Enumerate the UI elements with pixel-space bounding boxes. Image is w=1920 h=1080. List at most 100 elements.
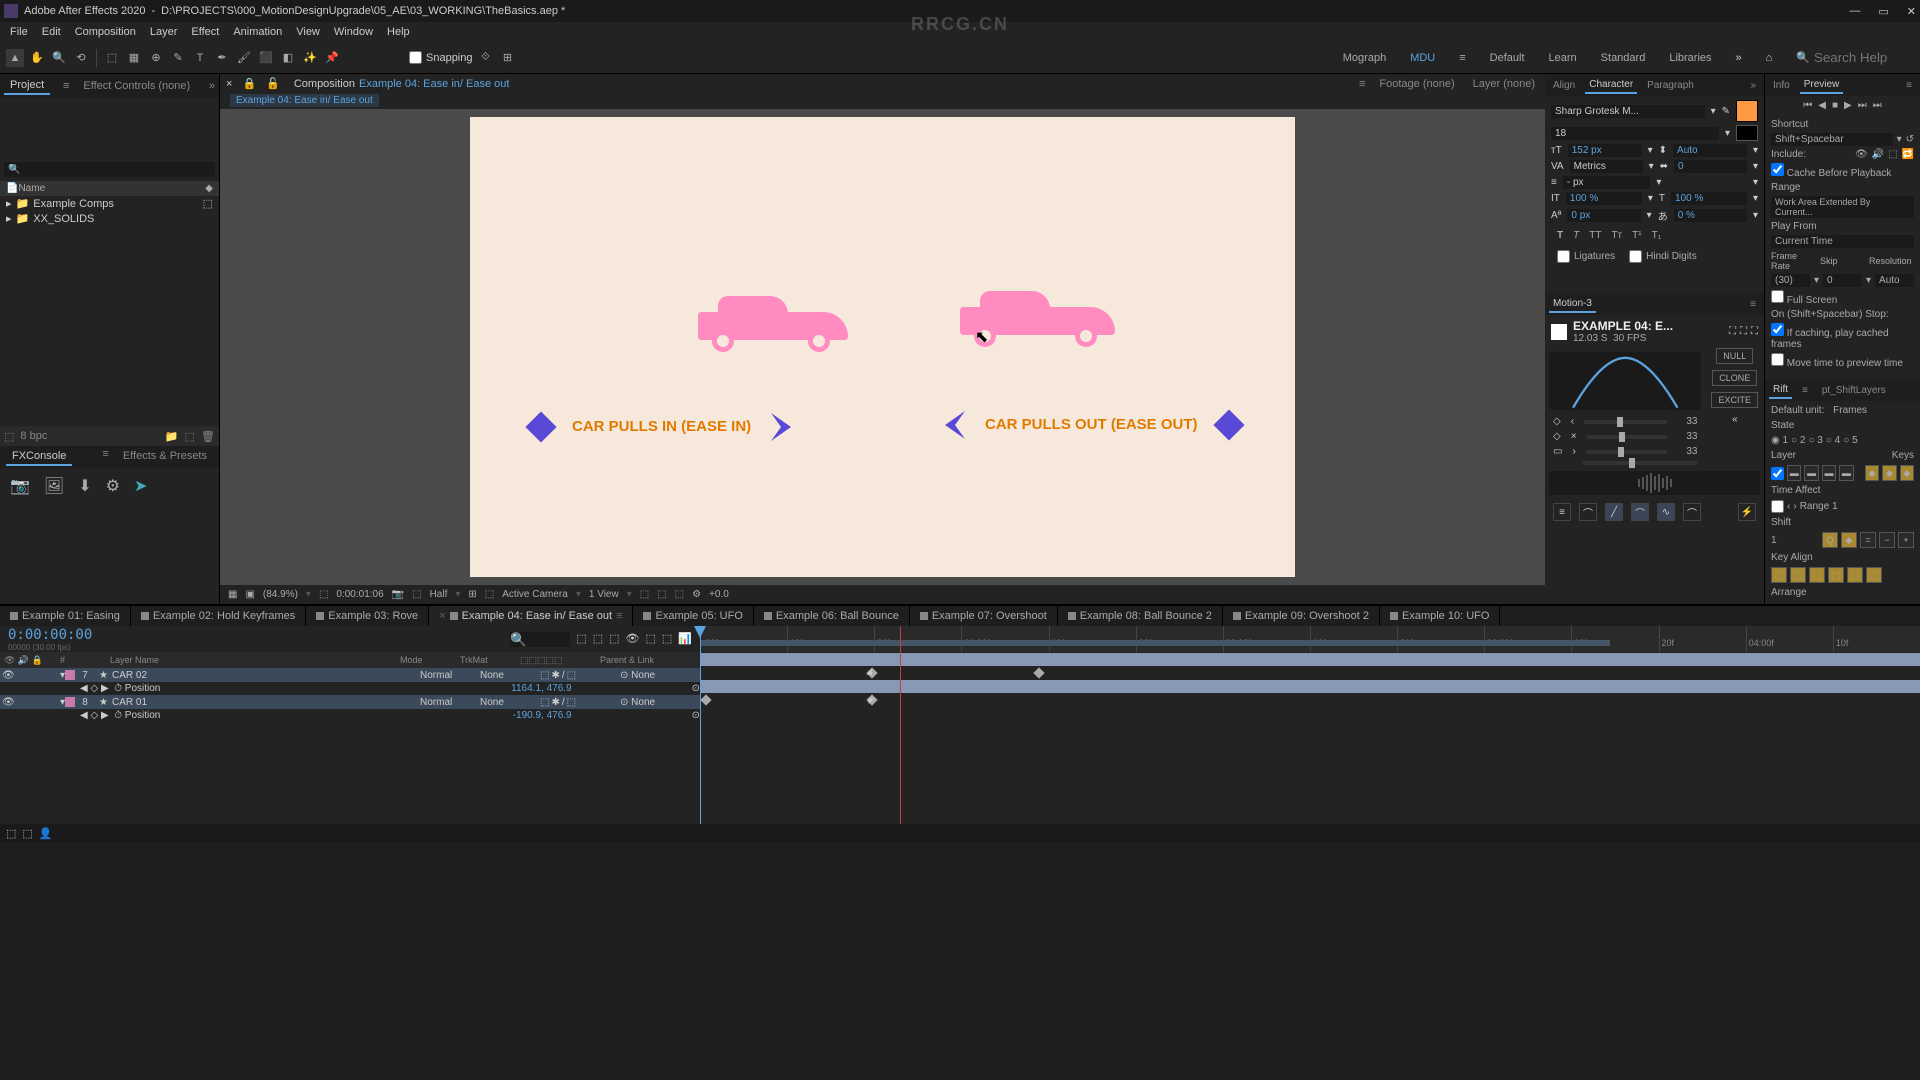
mode-dropdown[interactable]: Normal (420, 697, 480, 708)
kf-icon[interactable]: ▭ (1553, 446, 1562, 457)
layer-bar[interactable] (700, 680, 1920, 693)
tab-project[interactable]: Project (4, 77, 50, 95)
audio-icon[interactable]: 🔊 (1872, 149, 1884, 160)
keyframe-icon[interactable] (700, 694, 711, 705)
tab-rift[interactable]: Rift (1769, 382, 1792, 399)
tab-composition[interactable]: Composition Example 04: Ease in/ Ease ou… (290, 76, 514, 92)
clone-tool-icon[interactable]: ⬛ (257, 49, 275, 67)
cache-frames-checkbox[interactable] (1771, 323, 1784, 336)
slider-3[interactable] (1586, 450, 1668, 454)
res-dropdown[interactable]: Half (430, 589, 448, 600)
col-parent[interactable]: Parent & Link (600, 655, 700, 665)
parent-link-icon[interactable]: ⊙ (692, 683, 700, 694)
tsume-input[interactable]: 0 % (1674, 209, 1747, 222)
clone-button[interactable]: CLONE (1712, 370, 1757, 386)
shape-tool-icon[interactable]: ✎ (169, 49, 187, 67)
stroke-swatch[interactable] (1736, 125, 1758, 141)
mode-dropdown[interactable]: Normal (420, 670, 480, 681)
overlay-icon[interactable]: ⬚ (1888, 149, 1897, 160)
motion-preset1-icon[interactable]: ⌒ (1579, 503, 1597, 521)
radio-5[interactable]: ○ 5 (1843, 435, 1857, 446)
parent-dropdown[interactable]: None (631, 670, 655, 681)
slider-1[interactable] (1584, 420, 1667, 424)
tl-tab-3[interactable]: Example 03: Rove (306, 606, 429, 626)
menu-animation[interactable]: Animation (227, 24, 288, 40)
panel-overflow-icon[interactable]: » (209, 80, 215, 92)
color-tag[interactable] (65, 697, 75, 707)
ka-1[interactable]: ⬚ (1771, 567, 1787, 583)
selection-tool-icon[interactable]: ▲ (6, 49, 24, 67)
stopwatch-icon[interactable]: ⏱ (114, 710, 122, 721)
interpret-icon[interactable]: ⬚ (4, 430, 14, 443)
maximize-icon[interactable]: ▭ (1878, 5, 1888, 18)
tl-icon1[interactable]: ⬚ (576, 632, 586, 647)
stopwatch-icon[interactable]: ⏱ (114, 683, 122, 694)
exposure-display[interactable]: +0.0 (709, 589, 729, 600)
workspace-standard[interactable]: Standard (1601, 52, 1646, 64)
mask-icon[interactable]: ⬚ (485, 589, 494, 600)
pen-tool-icon[interactable]: ✒ (213, 49, 231, 67)
menu-effect[interactable]: Effect (185, 24, 225, 40)
download-icon[interactable]: ⬇ (78, 476, 91, 496)
close-tab-icon[interactable]: × (226, 78, 232, 90)
ligatures-toggle[interactable]: Ligatures (1557, 250, 1615, 263)
stop-icon[interactable]: ■ (1832, 100, 1838, 111)
bold-icon[interactable]: T (1557, 230, 1563, 241)
prop-value[interactable]: 1164.1, 476.9 (511, 683, 571, 694)
italic-icon[interactable]: T (1573, 230, 1579, 241)
lock-icon[interactable]: 🔒 (242, 77, 256, 90)
tl-tab-10[interactable]: Example 10: UFO (1380, 606, 1500, 626)
tracking-input[interactable]: 0 (1674, 160, 1747, 173)
col-name[interactable]: Layer Name (90, 655, 400, 665)
tl-tab-6[interactable]: Example 06: Ball Bounce (754, 606, 910, 626)
layer-name[interactable]: CAR 01 (112, 697, 147, 708)
3d-icon[interactable]: ⬚ (675, 589, 684, 600)
close-tab-icon[interactable]: × (439, 610, 445, 622)
dropdown-icon[interactable]: ▾ (1725, 128, 1730, 139)
rotate-tool-icon[interactable]: ⬚ (103, 49, 121, 67)
menu-composition[interactable]: Composition (69, 24, 142, 40)
framerate-dropdown[interactable]: (30) (1771, 274, 1810, 287)
project-item[interactable]: ▸ 📁 Example Comps ⬚ (0, 196, 219, 211)
layer-search-input[interactable] (510, 632, 570, 647)
cache-toggle[interactable]: Cache Before Playback (1771, 163, 1914, 179)
motion-menu-icon[interactable]: ≡ (1553, 503, 1571, 521)
fullscreen-checkbox[interactable] (1771, 290, 1784, 303)
motion-expand1-icon[interactable]: ⛶ (1729, 326, 1736, 337)
layer-row[interactable]: 👁 ▾ 7 ★CAR 02 Normal None ⬚✱/⬚ ⊙ None (0, 668, 700, 682)
ka-6[interactable]: ⬚ (1866, 567, 1882, 583)
dropdown-icon[interactable]: ▾ (1814, 275, 1819, 286)
pan-behind-tool-icon[interactable]: ⊕ (147, 49, 165, 67)
dropdown-icon[interactable]: ▾ (1648, 145, 1653, 156)
parent-dropdown[interactable]: None (631, 697, 655, 708)
menu-file[interactable]: File (4, 24, 34, 40)
motion-preset2-icon[interactable]: ╱ (1605, 503, 1623, 521)
prop-value[interactable]: -190.9, 476.9 (513, 710, 572, 721)
collapse-icon[interactable]: « (1732, 414, 1738, 425)
motion-expand3-icon[interactable]: ⛶ (1751, 326, 1758, 337)
allcaps-icon[interactable]: TT (1589, 230, 1601, 241)
workspace-libraries[interactable]: Libraries (1669, 52, 1711, 64)
tab-align[interactable]: Align (1549, 78, 1579, 93)
ta-prev-icon[interactable]: ‹ (1787, 501, 1790, 512)
dropdown-icon[interactable]: ▾ (1711, 106, 1716, 117)
tab-shiftlayers[interactable]: pt_ShiftLayers (1818, 383, 1890, 398)
radio-1[interactable]: ◉ 1 (1771, 435, 1788, 446)
menu-help[interactable]: Help (381, 24, 416, 40)
shift-diamond[interactable]: ◆ (1841, 532, 1857, 548)
snap-opt2-icon[interactable]: ⊞ (499, 49, 517, 67)
first-frame-icon[interactable]: ⏮ (1803, 100, 1812, 111)
tab-motion3[interactable]: Motion-3 (1549, 296, 1596, 313)
visibility-icon[interactable]: 👁 (2, 697, 15, 708)
playfrom-dropdown[interactable]: Current Time (1771, 235, 1914, 248)
snap-opt1-icon[interactable]: ⟐ (477, 49, 495, 67)
close-icon[interactable]: ✕ (1907, 5, 1916, 18)
tab-effects-presets[interactable]: Effects & Presets (117, 448, 213, 466)
col-trkmat[interactable]: TrkMat (460, 655, 520, 665)
hand-tool-icon[interactable]: ✋ (28, 49, 46, 67)
unit-dropdown[interactable]: Frames (1833, 405, 1867, 416)
tab-preview[interactable]: Preview (1800, 77, 1844, 94)
snapping-toggle[interactable]: Snapping (409, 51, 473, 64)
layer-name[interactable]: CAR 02 (112, 670, 147, 681)
new-folder-icon[interactable]: 📁 (165, 430, 179, 443)
